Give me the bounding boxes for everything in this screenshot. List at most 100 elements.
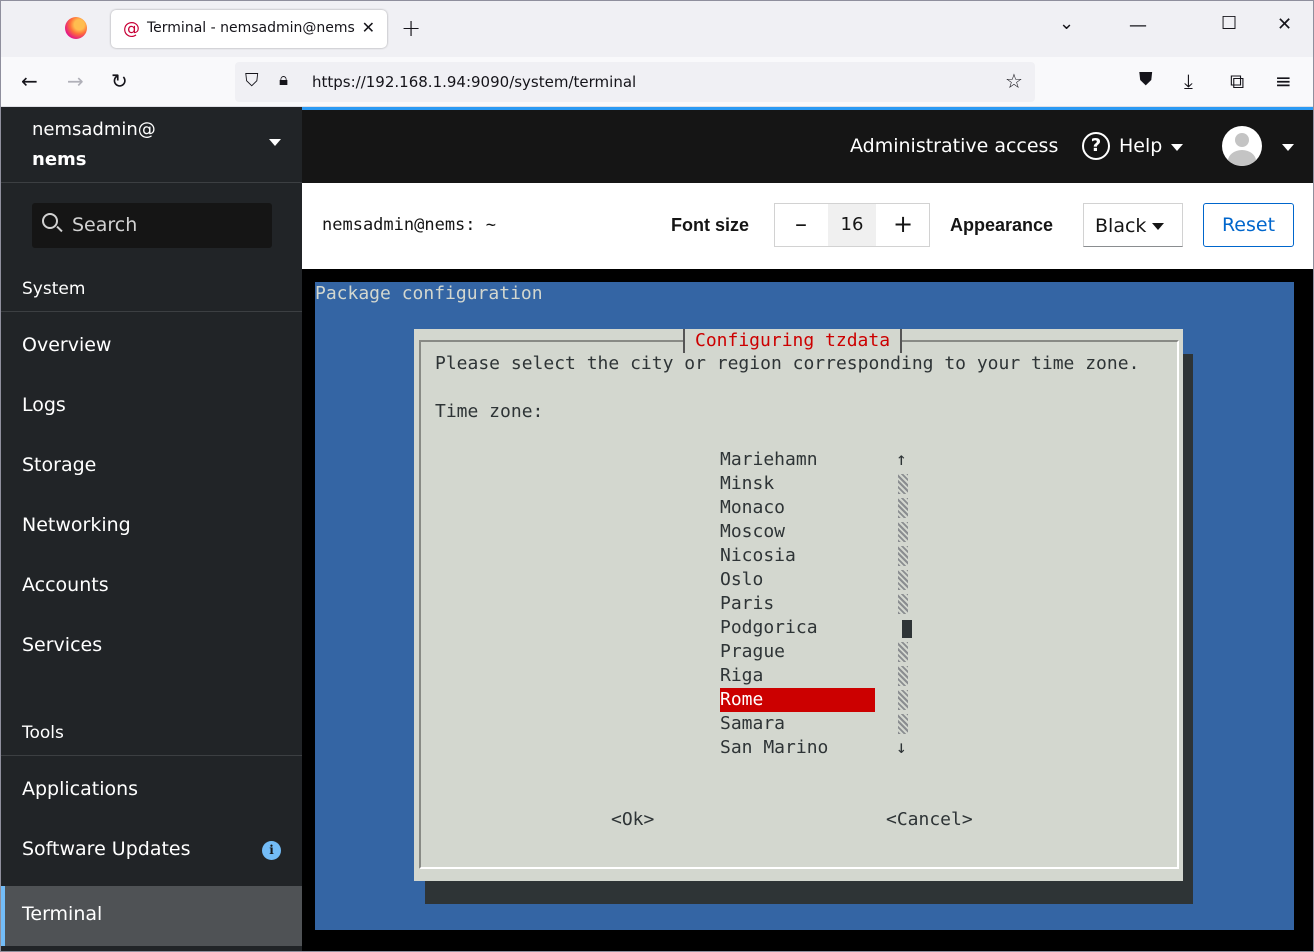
increase-font-button[interactable]: + bbox=[877, 204, 929, 246]
help-button[interactable]: Help bbox=[1119, 135, 1162, 157]
sidebar-item-label: Terminal bbox=[22, 903, 103, 925]
terminal-area[interactable]: Package configuration Configuring tzdata… bbox=[302, 269, 1313, 951]
list-item[interactable]: Paris bbox=[720, 592, 774, 616]
lock-warning-icon[interactable]: 🔒︎ bbox=[279, 70, 288, 90]
font-size-label: Font size bbox=[671, 215, 750, 235]
top-masthead: Administrative access ? Help bbox=[302, 110, 1313, 183]
scrollbar-track[interactable] bbox=[898, 546, 908, 566]
help-caret-icon[interactable] bbox=[1171, 144, 1183, 151]
navigation-bar: ← → ↻ ⛉ 🔒︎ https://192.168.1.94:9090/sys… bbox=[1, 57, 1313, 107]
list-tabs-chevron-icon[interactable]: ⌄ bbox=[1059, 13, 1074, 34]
sidebar-item-label: Accounts bbox=[22, 574, 109, 596]
list-item[interactable]: Mariehamn bbox=[720, 448, 818, 472]
scrollbar-track[interactable] bbox=[898, 690, 908, 710]
list-item[interactable]: Moscow bbox=[720, 520, 785, 544]
sidebar-item-networking[interactable]: Networking bbox=[1, 497, 302, 557]
ok-button[interactable]: <Ok> bbox=[611, 808, 654, 832]
dialog-prompt: Please select the city or region corresp… bbox=[435, 353, 1140, 374]
list-item[interactable]: Samara bbox=[720, 712, 785, 736]
pocket-icon[interactable]: ⛊ bbox=[1139, 69, 1153, 90]
decrease-font-button[interactable]: – bbox=[775, 204, 827, 246]
forward-icon[interactable]: → bbox=[67, 69, 84, 93]
sidebar-item-applications[interactable]: Applications bbox=[1, 761, 302, 821]
reload-icon[interactable]: ↻ bbox=[111, 69, 128, 93]
scrollbar-track[interactable] bbox=[898, 714, 908, 734]
appearance-value: Black bbox=[1095, 215, 1147, 237]
selected-timezone: Rome bbox=[720, 689, 764, 710]
scrollbar-track[interactable] bbox=[898, 522, 908, 542]
list-item[interactable]: San Marino bbox=[720, 736, 828, 760]
avatar[interactable] bbox=[1222, 126, 1262, 166]
sidebar-item-label: Applications bbox=[22, 778, 139, 800]
section-tools: Tools bbox=[22, 723, 64, 743]
browser-tab[interactable]: @ Terminal - nemsadmin@nems ✕ bbox=[111, 10, 387, 48]
host-switcher[interactable]: nemsadmin@ nems bbox=[1, 107, 302, 183]
list-item[interactable]: Oslo bbox=[720, 568, 763, 592]
reset-button[interactable]: Reset bbox=[1203, 203, 1294, 247]
firefox-logo-icon[interactable] bbox=[65, 17, 87, 39]
administrative-access-button[interactable]: Administrative access bbox=[850, 135, 1058, 157]
caret-down-icon bbox=[1152, 223, 1164, 230]
appearance-label: Appearance bbox=[950, 215, 1054, 235]
sidebar-item-logs[interactable]: Logs bbox=[1, 377, 302, 437]
sidebar-item-label: Overview bbox=[22, 334, 112, 356]
host-user: nemsadmin@ bbox=[32, 119, 156, 140]
terminal-screen[interactable]: Package configuration Configuring tzdata… bbox=[315, 282, 1294, 930]
dialog-title-box: Configuring tzdata bbox=[683, 329, 903, 353]
scrollbar-track[interactable] bbox=[898, 570, 908, 590]
sidebar-item-label: Storage bbox=[22, 454, 97, 476]
appearance-select[interactable]: Black bbox=[1083, 203, 1183, 247]
sidebar-item-label: Networking bbox=[22, 514, 131, 536]
font-size-value[interactable]: 16 bbox=[828, 204, 876, 246]
cancel-button[interactable]: <Cancel> bbox=[886, 808, 973, 832]
sidebar-item-terminal[interactable]: Terminal bbox=[1, 886, 302, 946]
list-item[interactable]: Riga bbox=[720, 664, 763, 688]
list-item[interactable]: Nicosia bbox=[720, 544, 796, 568]
url-bar[interactable]: ⛉ 🔒︎ https://192.168.1.94:9090/system/te… bbox=[235, 62, 1035, 102]
maximize-icon[interactable]: ☐ bbox=[1221, 13, 1237, 34]
dialog-title: Configuring tzdata bbox=[695, 330, 891, 351]
menu-hamburger-icon[interactable]: ≡ bbox=[1275, 69, 1292, 93]
help-icon[interactable]: ? bbox=[1082, 132, 1110, 160]
scrollbar-thumb[interactable] bbox=[902, 620, 912, 638]
browser-window: @ Terminal - nemsadmin@nems ✕ + ⌄ — ☐ ✕ … bbox=[0, 0, 1314, 952]
list-item[interactable]: Prague bbox=[720, 640, 785, 664]
list-item[interactable]: Monaco bbox=[720, 496, 785, 520]
shield-icon[interactable]: ⛉ bbox=[245, 70, 259, 91]
search-input[interactable]: Search bbox=[32, 203, 272, 248]
sidebar-item-overview[interactable]: Overview bbox=[1, 317, 302, 377]
scroll-down-arrow-icon[interactable]: ↓ bbox=[896, 736, 907, 760]
sidebar: nemsadmin@ nems Search System Overview L… bbox=[1, 107, 302, 951]
sidebar-item-label: Logs bbox=[22, 394, 66, 416]
account-caret-icon[interactable] bbox=[1282, 144, 1294, 151]
scrollbar-track[interactable] bbox=[898, 498, 908, 518]
host-name: nems bbox=[32, 149, 87, 170]
new-tab-icon[interactable]: + bbox=[401, 14, 421, 42]
scrollbar-track[interactable] bbox=[898, 474, 908, 494]
bookmark-star-icon[interactable]: ☆ bbox=[1005, 69, 1023, 93]
back-icon[interactable]: ← bbox=[21, 69, 38, 93]
url-text[interactable]: https://192.168.1.94:9090/system/termina… bbox=[312, 73, 636, 91]
sidebar-item-storage[interactable]: Storage bbox=[1, 437, 302, 497]
scroll-up-arrow-icon[interactable]: ↑ bbox=[896, 448, 907, 472]
extensions-icon[interactable]: ⧉ bbox=[1230, 69, 1244, 93]
caret-down-icon[interactable] bbox=[269, 139, 281, 146]
scrollbar-track[interactable] bbox=[898, 594, 908, 614]
close-tab-icon[interactable]: ✕ bbox=[362, 18, 375, 37]
downloads-icon[interactable]: ⤓ bbox=[1184, 69, 1193, 93]
minimize-icon[interactable]: — bbox=[1129, 15, 1147, 36]
sidebar-item-label: Software Updates bbox=[22, 838, 191, 860]
sidebar-item-label: Services bbox=[22, 634, 103, 656]
sidebar-item-services[interactable]: Services bbox=[1, 617, 302, 677]
tab-strip: @ Terminal - nemsadmin@nems ✕ + ⌄ — ☐ ✕ bbox=[1, 1, 1313, 57]
window-close-icon[interactable]: ✕ bbox=[1277, 14, 1292, 35]
list-item[interactable]: Podgorica bbox=[720, 616, 818, 640]
list-item[interactable]: Minsk bbox=[720, 472, 774, 496]
package-configuration-header: Package configuration bbox=[315, 283, 543, 304]
selected-list-item[interactable]: Rome bbox=[720, 688, 875, 712]
scrollbar-track[interactable] bbox=[898, 642, 908, 662]
scrollbar-track[interactable] bbox=[898, 666, 908, 686]
sidebar-item-accounts[interactable]: Accounts bbox=[1, 557, 302, 617]
section-system: System bbox=[22, 279, 86, 299]
sidebar-item-software-updates[interactable]: Software Updates i bbox=[1, 821, 302, 881]
